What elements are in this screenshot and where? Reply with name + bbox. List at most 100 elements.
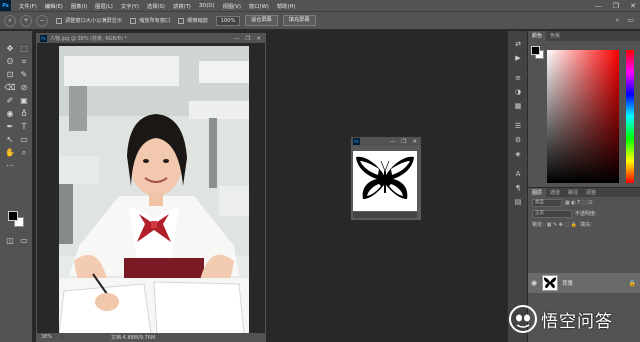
checkbox-box[interactable]: [56, 17, 62, 24]
document-controls: — ❐ ✕: [390, 139, 421, 145]
eyedropper-tool-icon[interactable]: ✎: [18, 69, 30, 80]
fill-screen-button[interactable]: 填充屏幕: [282, 15, 316, 26]
restore-icon[interactable]: ❐: [245, 36, 250, 42]
menu-image[interactable]: 图像(I): [71, 2, 87, 10]
filter-icons[interactable]: ▦ ◐ T ⬚ ⊡: [565, 200, 592, 206]
zoom-percentage[interactable]: 38%: [37, 334, 63, 340]
zoom-value-field[interactable]: 100%: [215, 15, 240, 26]
menu-window[interactable]: 窗口(W): [249, 2, 269, 10]
move-tool-icon[interactable]: ✥: [4, 43, 16, 54]
kind-filter-select[interactable]: 类型: [532, 198, 562, 207]
path-select-tool-icon[interactable]: ↖: [4, 134, 16, 145]
resize-windows-checkbox[interactable]: 调整窗口大小以满屏显示: [56, 17, 122, 24]
lasso-tool-icon[interactable]: ʘ: [4, 56, 16, 67]
panel-dock: ⇄ ▶ ≡ ◑ ▦ ☰ ⚙ ◈ A ¶ ▤: [507, 31, 528, 342]
menu-help[interactable]: 帮助(H): [277, 2, 296, 10]
crop-tool-icon[interactable]: ⊡: [4, 69, 16, 80]
scrubby-zoom-checkbox[interactable]: 细微缩放: [178, 17, 208, 24]
document-tab[interactable]: Ps 人物.jpg @ 38% (背景, RGB/8) * — ❐ ✕: [37, 34, 265, 43]
minimize-icon[interactable]: —: [390, 139, 396, 145]
menu-select[interactable]: 选择(S): [147, 2, 165, 10]
menu-type[interactable]: 文字(Y): [121, 2, 139, 10]
tab-swatches[interactable]: 色板: [546, 31, 564, 41]
zoom-tool-icon[interactable]: ⌕: [4, 14, 16, 27]
horizontal-scrollbar[interactable]: [353, 212, 417, 218]
pen-tool-icon[interactable]: ✒: [4, 121, 16, 132]
lock-icons[interactable]: ▦ ✎ ✥ ⬚ 🔒: [547, 222, 577, 228]
layer-name: 背景: [562, 281, 574, 287]
color-foreground-swatch[interactable]: [531, 46, 540, 55]
dock-actions-icon[interactable]: ▶: [512, 53, 524, 63]
close-icon[interactable]: ✕: [256, 36, 261, 42]
gradient-tool-icon[interactable]: ♁: [18, 108, 30, 119]
menu-view[interactable]: 视图(V): [223, 2, 241, 10]
butterfly-document-titlebar[interactable]: Ps — ❐ ✕: [351, 137, 421, 146]
menu-edit[interactable]: 编辑(E): [45, 2, 63, 10]
dock-adjustments-icon[interactable]: ◑: [512, 87, 524, 97]
resize-windows-label: 调整窗口大小以满屏显示: [65, 18, 123, 24]
blend-mode-select[interactable]: 正常: [532, 209, 572, 218]
menu-filter[interactable]: 滤镜(T): [173, 2, 191, 10]
restore-icon[interactable]: ❐: [401, 139, 406, 145]
dock-paragraph-icon[interactable]: ¶: [512, 183, 524, 193]
more-tools-icon[interactable]: ⋯: [4, 160, 16, 171]
dock-brush-settings-icon[interactable]: ⚙: [512, 135, 524, 145]
minimize-icon[interactable]: —: [595, 2, 602, 10]
quick-select-tool-icon[interactable]: ⌗: [18, 56, 30, 67]
history-brush-tool-icon[interactable]: ▣: [18, 95, 30, 106]
close-icon[interactable]: ✕: [630, 2, 636, 10]
close-icon[interactable]: ✕: [412, 139, 417, 145]
dock-history-icon[interactable]: ⇄: [512, 39, 524, 49]
tab-color[interactable]: 颜色: [528, 31, 547, 41]
eraser-tool-icon[interactable]: ◉: [4, 108, 16, 119]
document-status-bar: 38% 文档:4.88M/9.76M: [37, 333, 265, 341]
tab-channels[interactable]: 通道: [546, 188, 564, 198]
shape-tool-icon[interactable]: ▭: [18, 134, 30, 145]
brush-tool-icon[interactable]: ⊘: [18, 82, 30, 93]
stamp-tool-icon[interactable]: ✐: [4, 95, 16, 106]
healing-tool-icon[interactable]: ⌫: [4, 82, 16, 93]
layer-row-background[interactable]: ◉ 背景 🔒: [528, 273, 640, 293]
screen-mode-icon[interactable]: ▭: [18, 235, 30, 246]
quick-mask-icon[interactable]: ◫: [4, 235, 16, 246]
type-tool-icon[interactable]: T: [18, 121, 30, 132]
zoom-in-icon[interactable]: +: [20, 14, 32, 27]
foreground-color-swatch[interactable]: [8, 211, 18, 221]
watermark-text: 悟空问答: [541, 311, 613, 332]
zoom-tool-icon[interactable]: ⌕: [18, 147, 30, 158]
fit-screen-button[interactable]: 适合屏幕: [244, 15, 278, 26]
tab-adjustments[interactable]: 调整: [582, 188, 600, 198]
marquee-tool-icon[interactable]: ⬚: [18, 43, 30, 54]
menu-3d[interactable]: 3D(D): [199, 3, 215, 9]
restore-icon[interactable]: ❐: [613, 2, 619, 10]
menu-layer[interactable]: 图层(L): [95, 2, 113, 10]
dock-character-icon[interactable]: A: [512, 169, 524, 179]
layer-lock-icon[interactable]: 🔒: [629, 280, 636, 287]
zoom-all-windows-checkbox[interactable]: 缩放所有窗口: [130, 17, 170, 24]
dock-properties-icon[interactable]: ≡: [512, 73, 524, 83]
menu-file[interactable]: 文件(F): [19, 2, 37, 10]
dock-swatches-icon[interactable]: ▦: [512, 101, 524, 111]
hand-tool-icon[interactable]: ✋: [4, 147, 16, 158]
tab-layers[interactable]: 图层: [528, 187, 547, 198]
dock-clone-source-icon[interactable]: ◈: [512, 149, 524, 159]
zoom-all-windows-label: 缩放所有窗口: [139, 18, 171, 24]
dock-libraries-icon[interactable]: ☰: [512, 121, 524, 131]
visibility-eye-icon[interactable]: ◉: [528, 279, 540, 287]
lock-row: 锁定: ▦ ✎ ✥ ⬚ 🔒 填充:: [528, 219, 640, 230]
right-panels: 颜色 色板 图层 通道 路径 调整 类型 ▦ ◐ T ⬚ ⊡ 正常 不透明度: …: [528, 31, 640, 342]
dock-glyphs-icon[interactable]: ▤: [512, 197, 524, 207]
document-controls: — ❐ ✕: [234, 36, 265, 42]
tab-paths[interactable]: 路径: [564, 188, 582, 198]
layers-panel-tabs: 图层 通道 路径 调整: [528, 187, 640, 198]
blend-row: 正常 不透明度:: [528, 208, 640, 219]
workspace-icon[interactable]: ▭: [627, 16, 634, 25]
checkbox-box[interactable]: [178, 17, 185, 24]
checkbox-box[interactable]: [130, 17, 137, 24]
zoom-out-icon[interactable]: −: [36, 14, 48, 27]
hue-slider[interactable]: [626, 50, 634, 183]
color-picker-field[interactable]: [547, 50, 619, 183]
minimize-icon[interactable]: —: [234, 36, 240, 42]
lock-label: 锁定:: [532, 222, 544, 228]
search-icon[interactable]: ⌕: [615, 16, 619, 25]
